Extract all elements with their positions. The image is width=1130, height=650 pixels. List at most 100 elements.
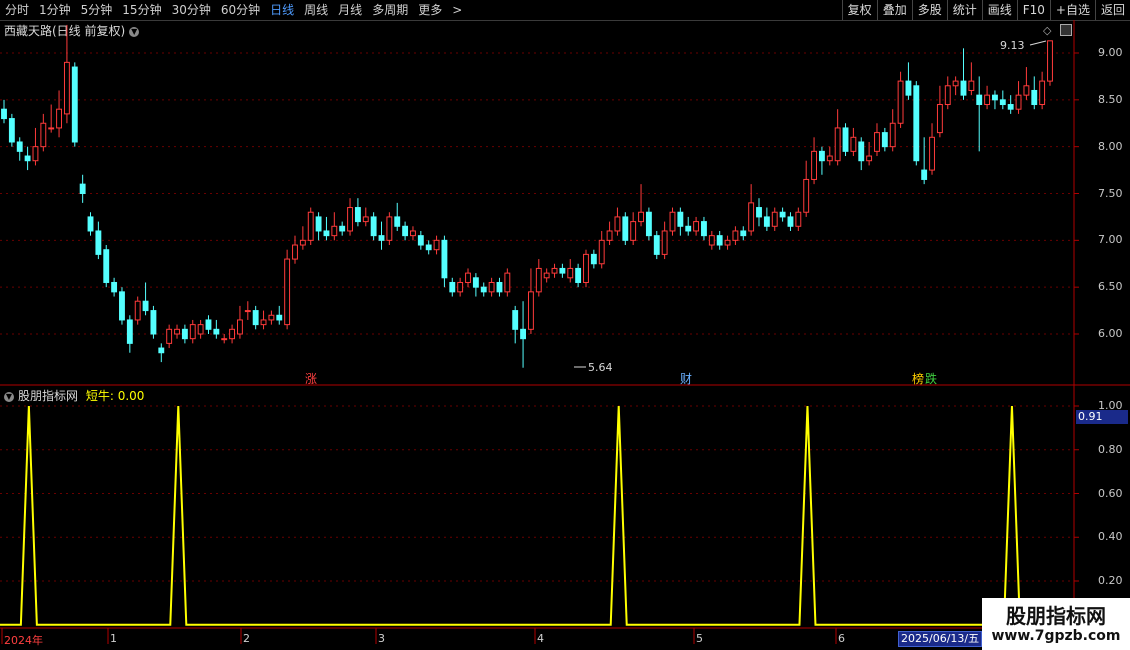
price-axis-tick: 6.00 [1098,327,1123,340]
candle-body-up [669,211,676,232]
candle-body-up [299,239,306,246]
candle-body-up [693,221,700,232]
candle-body-down [150,310,157,335]
price-axis-tick: 7.00 [1098,233,1123,247]
event-marker-list[interactable]: 榜 [912,370,924,387]
high-price-label: 9.13 [1000,39,1025,52]
candle-body-down [276,314,283,321]
candle-body-down [394,216,401,227]
candle-body-down [24,155,31,162]
candle-body-up [598,239,605,265]
candle-body-up [889,122,896,148]
candle-body-down [512,310,519,330]
candle-body-up [457,281,464,293]
candle-body-up [583,253,589,283]
price-axis-tick: 7.50 [1098,186,1123,200]
time-axis-label: 2024年 [4,634,43,647]
candle-body-down [716,235,723,246]
candle-body-up [771,211,778,227]
candle-body-down [425,244,432,251]
candle-body-up [1023,85,1030,96]
price-axis-tick: 8.00 [1098,139,1123,153]
candle-body-down [8,118,15,143]
candle-body-up [260,319,267,326]
candle-body-down [441,239,448,279]
candle-body-up [174,328,180,335]
candle-body-down [370,216,377,237]
candle-body-up [48,127,55,130]
candle-body-up [567,267,574,279]
candle-body-up [984,94,991,106]
candle-body-up [929,136,935,171]
candle-body-up [944,85,951,106]
candle-body-down [79,183,86,194]
low-price-label: 5.64 [588,361,613,374]
candle-body-up [614,216,621,232]
event-marker-down[interactable]: 跌 [925,370,937,387]
candle-body-down [921,169,928,180]
candle-body-up [307,211,314,241]
candle-body-down [417,235,424,246]
candle-body-up [826,155,833,162]
candle-body-up [410,230,416,237]
candle-body-down [16,141,23,152]
candle-body-down [449,281,456,293]
candle-body-down [653,235,660,255]
candle-body-up [292,244,298,260]
candle-body-down [339,225,346,232]
event-marker-limit-up[interactable]: 涨 [305,370,317,387]
candle-body-down [999,99,1006,106]
candle-body-up [189,324,196,340]
watermark-logo: 股朋指标网 www.7gpzb.com [982,598,1130,650]
candle-body-up [284,258,291,326]
time-axis-label: 5 [696,632,703,645]
candle-body-up [795,211,802,227]
time-axis-label: 1 [110,632,117,645]
candle-body-up [834,127,841,162]
candle-body-down [87,216,94,232]
price-axis-tick: 9.00 [1098,46,1123,59]
candle-body-down [756,207,762,218]
time-axis-label: 3 [378,632,385,645]
candle-body-up [229,328,236,340]
candle-body-up [197,324,204,335]
indicator-axis-tick: 0.60 [1098,486,1123,500]
candle-body-down [677,211,684,227]
candle-body-down [881,132,888,148]
candle-body-up [221,338,228,341]
candle-body-up [347,207,353,232]
candle-body-down [575,267,582,283]
candle-body-down [142,300,149,312]
indicator-axis-tick: 0.20 [1098,574,1123,587]
candle-body-down [213,328,220,335]
candle-body-up [1039,80,1046,106]
candle-body-down [378,235,385,241]
candle-body-down [119,291,125,321]
candle-body-up [40,122,47,148]
candle-body-down [480,286,487,293]
candle-body-up [724,239,731,246]
candle-body-up [362,216,369,223]
event-marker-finance[interactable]: 财 [680,370,692,387]
candle-body-up [386,216,393,241]
time-axis-label: 6 [838,632,845,645]
current-date-label: 2025/06/13/五 [898,631,983,647]
candle-body-down [740,230,747,237]
candle-body-down [402,225,409,237]
candle-body-up [244,310,251,313]
time-axis-label: 4 [537,632,544,645]
candle-body-down [905,80,912,96]
candle-body-up [811,150,817,180]
candle-body-up [968,80,975,91]
candle-body-up [543,272,550,279]
time-axis-label: 2 [243,632,250,645]
candle-body-down [842,127,849,152]
candle-body-down [496,281,503,293]
candle-body-down [992,94,998,101]
candle-body-up [504,272,511,293]
candle-body-down [622,216,629,241]
watermark-title: 股朋指标网 [1006,604,1106,628]
candle-body-down [858,141,865,162]
watermark-url: www.7gpzb.com [991,628,1121,644]
candle-body-up [866,155,873,162]
